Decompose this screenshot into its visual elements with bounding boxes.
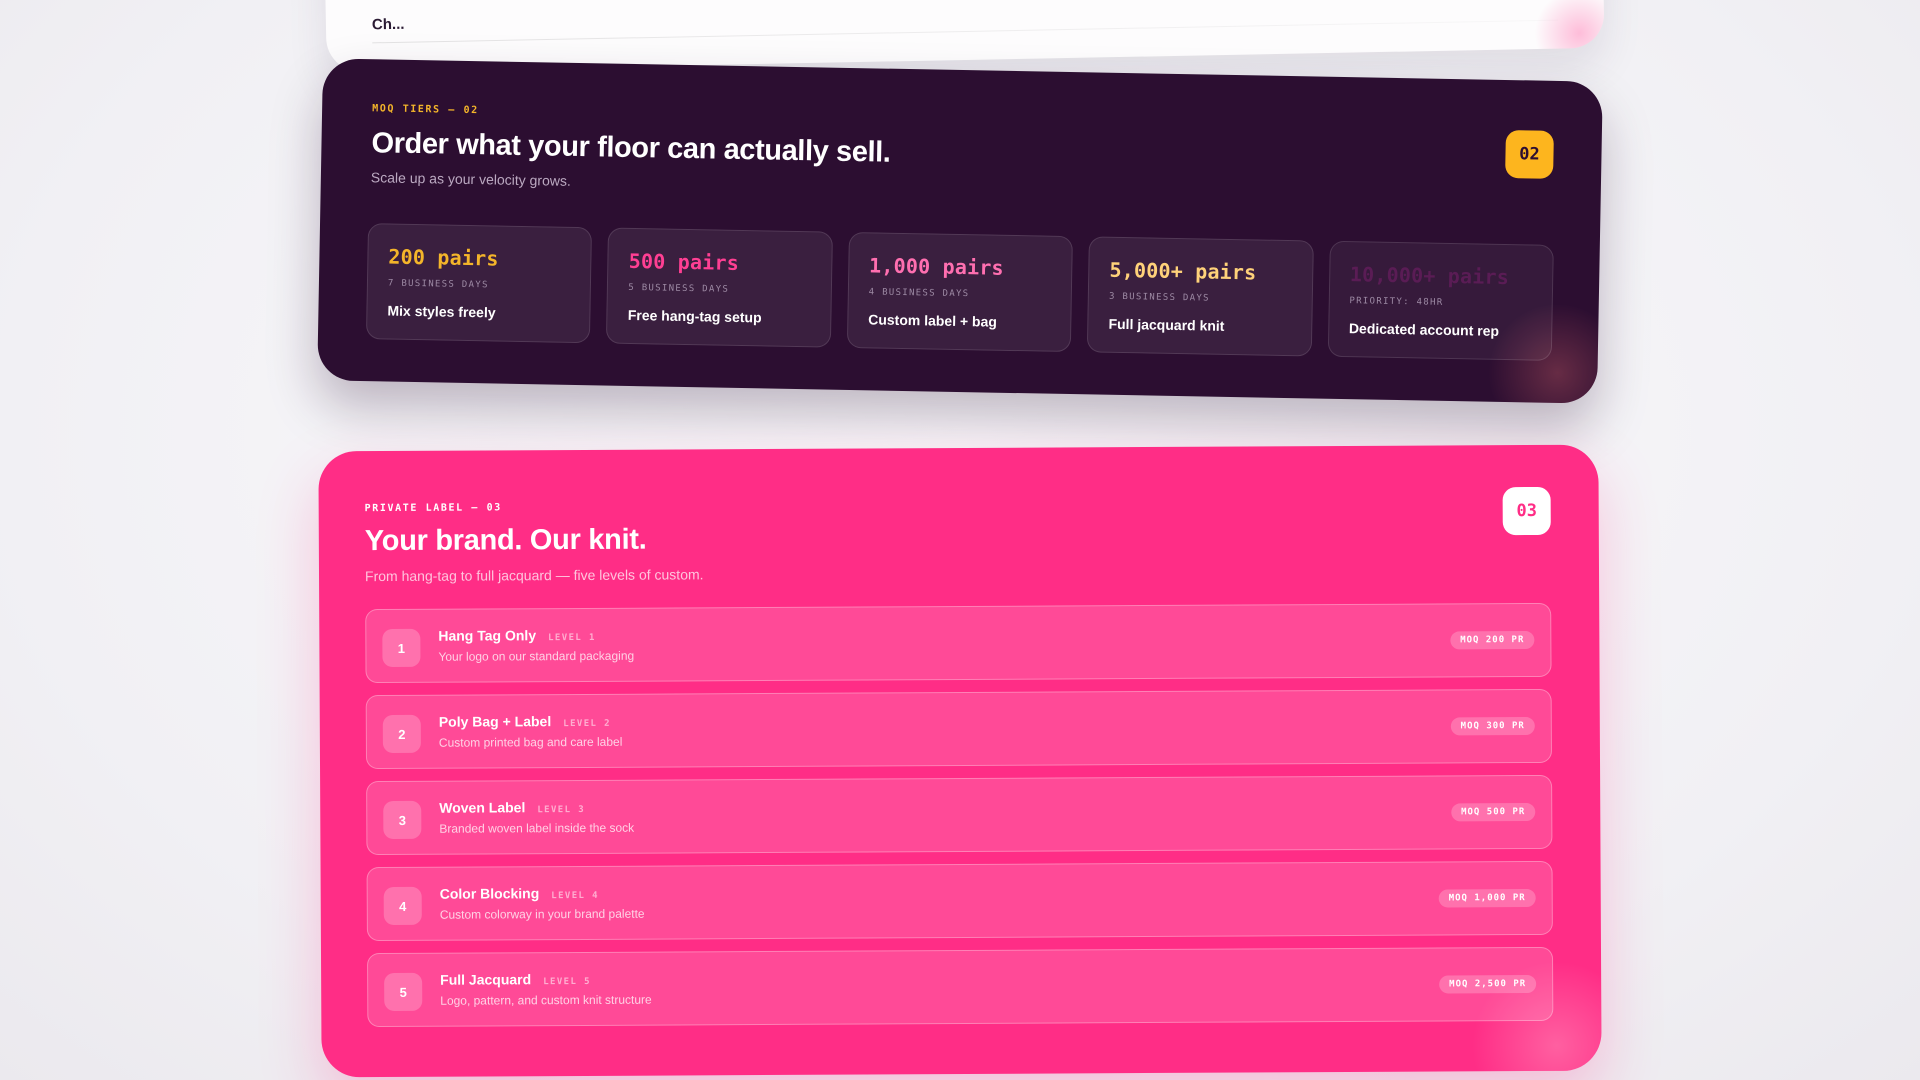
level-name: Woven Label: [439, 799, 526, 816]
section-subtitle: Scale up as your velocity grows.: [370, 169, 571, 189]
tier-list: 200 pairs 7 BUSINESS DAYS Mix styles fre…: [365, 223, 1554, 361]
level-tag: LEVEL 4: [551, 890, 600, 902]
level-name-line: Hang Tag Only LEVEL 1: [438, 627, 596, 644]
section-subtitle: From hang-tag to full jacquard — five le…: [364, 566, 704, 585]
level-row[interactable]: 3 Woven Label LEVEL 3 Branded woven label…: [366, 774, 1553, 856]
tier-card[interactable]: 500 pairs 5 BUSINESS DAYS Free hang-tag …: [606, 227, 833, 348]
tier-perk: Custom label + bag: [868, 311, 998, 330]
tier-card[interactable]: 10,000+ pairs PRIORITY: 48HR Dedicated a…: [1327, 240, 1554, 361]
card-glow: [1533, 0, 1605, 73]
moq-badge: MOQ 200 PR: [1450, 630, 1535, 650]
level-description: Custom printed bag and care label: [438, 734, 623, 750]
level-name: Poly Bag + Label: [438, 713, 552, 730]
tier-lead-time: 3 BUSINESS DAYS: [1108, 291, 1210, 304]
level-tag: LEVEL 3: [537, 804, 586, 816]
level-description: Custom colorway in your brand palette: [439, 906, 645, 922]
tier-perk: Full jacquard knit: [1108, 315, 1225, 334]
level-list: 1 Hang Tag Only LEVEL 1 Your logo on our …: [365, 602, 1554, 1039]
tier-amount: 1,000 pairs: [868, 253, 1005, 280]
level-name-line: Woven Label LEVEL 3: [439, 799, 586, 816]
tier-lead-time: PRIORITY: 48HR: [1349, 296, 1444, 308]
level-name: Color Blocking: [439, 885, 540, 902]
tier-amount: 500 pairs: [628, 248, 740, 275]
moq-tiers-card: MOQ TIERS — 02 Order what your floor can…: [317, 58, 1603, 404]
level-tag: LEVEL 5: [543, 976, 591, 988]
tier-perk: Dedicated account rep: [1348, 320, 1500, 339]
tier-amount: 10,000+ pairs: [1349, 262, 1510, 290]
tier-card[interactable]: 5,000+ pairs 3 BUSINESS DAYS Full jacqua…: [1087, 236, 1314, 357]
tier-card[interactable]: 1,000 pairs 4 BUSINESS DAYS Custom label…: [846, 231, 1074, 353]
level-description: Logo, pattern, and custom knit structure: [440, 992, 652, 1008]
section-title: Your brand. Our knit.: [364, 523, 647, 558]
tier-amount: 5,000+ pairs: [1109, 257, 1257, 285]
previous-section-text: Ch...: [371, 15, 405, 34]
level-index: 3: [383, 800, 422, 840]
moq-badge: MOQ 300 PR: [1450, 716, 1535, 736]
level-index: 5: [384, 972, 423, 1012]
level-description: Your logo on our standard packaging: [438, 648, 635, 664]
moq-badge: MOQ 2,500 PR: [1439, 974, 1537, 994]
section-eyebrow: PRIVATE LABEL — 03: [364, 502, 502, 515]
level-row[interactable]: 4 Color Blocking LEVEL 4 Custom colorway …: [366, 860, 1553, 942]
level-index: 2: [382, 714, 421, 754]
section-number-badge: 03: [1502, 486, 1551, 536]
level-row[interactable]: 1 Hang Tag Only LEVEL 1 Your logo on our …: [365, 602, 1552, 684]
level-row[interactable]: 5 Full Jacquard LEVEL 5 Logo, pattern, an…: [366, 946, 1554, 1028]
level-name: Hang Tag Only: [438, 627, 537, 644]
level-name-line: Full Jacquard LEVEL 5: [440, 971, 591, 988]
tier-amount: 200 pairs: [388, 244, 499, 271]
section-eyebrow: MOQ TIERS — 02: [372, 103, 479, 117]
tier-card[interactable]: 200 pairs 7 BUSINESS DAYS Mix styles fre…: [365, 223, 593, 344]
tier-lead-time: 5 BUSINESS DAYS: [628, 282, 730, 295]
moq-badge: MOQ 500 PR: [1451, 802, 1536, 822]
level-description: Branded woven label inside the sock: [439, 820, 635, 836]
level-tag: LEVEL 2: [563, 718, 611, 730]
section-title: Order what your floor can actually sell.: [371, 127, 891, 169]
private-label-card: PRIVATE LABEL — 03 Your brand. Our knit.…: [318, 444, 1602, 1078]
level-row[interactable]: 2 Poly Bag + Label LEVEL 2 Custom printed…: [365, 688, 1553, 770]
level-name: Full Jacquard: [440, 971, 532, 988]
tier-lead-time: 4 BUSINESS DAYS: [868, 287, 970, 300]
section-number-badge: 02: [1505, 129, 1554, 179]
divider: [372, 19, 1559, 44]
tier-perk: Mix styles freely: [387, 302, 496, 321]
level-name-line: Poly Bag + Label LEVEL 2: [439, 713, 611, 730]
page: Ch... MOQ TIERS — 02 Order what your flo…: [0, 0, 1920, 1080]
moq-badge: MOQ 1,000 PR: [1438, 888, 1536, 908]
level-tag: LEVEL 1: [548, 632, 596, 644]
level-index: 1: [382, 628, 421, 668]
tier-perk: Free hang-tag setup: [627, 306, 762, 326]
level-index: 4: [383, 886, 422, 926]
tier-lead-time: 7 BUSINESS DAYS: [387, 278, 489, 291]
level-name-line: Color Blocking LEVEL 4: [440, 885, 599, 902]
